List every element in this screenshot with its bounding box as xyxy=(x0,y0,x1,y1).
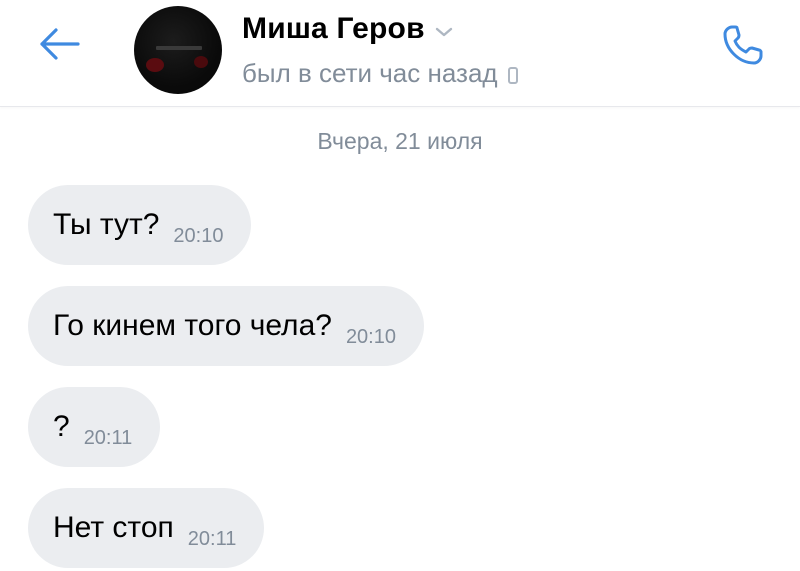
arrow-left-icon xyxy=(38,27,82,66)
avatar-graphic xyxy=(194,56,208,68)
chevron-down-icon xyxy=(435,27,453,38)
contact-status: был в сети час назад xyxy=(242,58,498,88)
message-text: Ты тут? xyxy=(53,208,160,241)
contact-name: Миша Геров xyxy=(242,12,425,45)
message-time: 20:10 xyxy=(173,224,224,247)
chat-header: Миша Геров был в сети час назад xyxy=(0,0,800,107)
call-button[interactable] xyxy=(714,18,772,76)
contact-name-row[interactable]: Миша Геров xyxy=(242,12,453,46)
message-time: 20:11 xyxy=(187,527,237,550)
message-text: ? xyxy=(53,410,70,443)
message-text: Го кинем того чела? xyxy=(53,309,332,342)
mobile-phone-icon xyxy=(507,67,518,84)
date-separator: Вчера, 21 июля xyxy=(317,128,483,154)
avatar-graphic xyxy=(156,46,202,50)
message-bubble[interactable]: ? 20:11 xyxy=(28,387,161,467)
back-button[interactable] xyxy=(34,26,86,66)
message-time: 20:11 xyxy=(83,426,133,449)
phone-call-icon xyxy=(719,21,767,74)
message-time: 20:10 xyxy=(345,325,396,348)
message-bubble[interactable]: Ты тут? 20:10 xyxy=(28,185,252,265)
avatar[interactable] xyxy=(134,6,222,94)
message-bubble[interactable]: Нет стоп 20:11 xyxy=(28,488,265,568)
avatar-graphic xyxy=(146,58,164,72)
contact-status-row: был в сети час назад xyxy=(242,58,518,89)
message-text: Нет стоп xyxy=(53,511,174,544)
message-bubble[interactable]: Го кинем того чела? 20:10 xyxy=(28,286,424,366)
